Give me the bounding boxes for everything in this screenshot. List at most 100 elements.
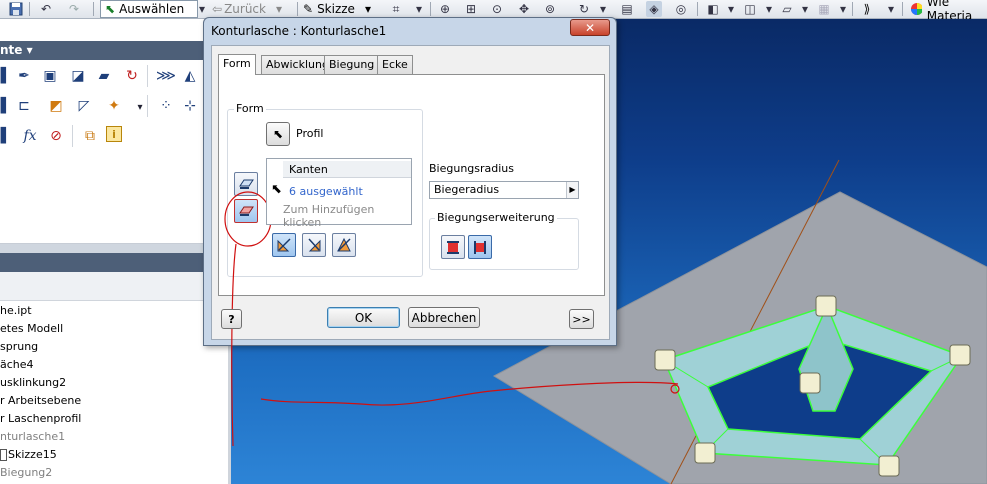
cancel-label: Abbrechen [411, 310, 477, 325]
pan-icon[interactable]: ✥ [516, 1, 532, 17]
mirror-icon[interactable]: ⊹ [180, 96, 200, 116]
edge-glyph[interactable] [799, 372, 821, 394]
flange-direction-left-button[interactable] [272, 233, 296, 257]
visual-style-dropdown-icon[interactable]: ▾ [726, 1, 736, 17]
return-dropdown-icon[interactable]: ▾ [886, 1, 896, 17]
help-button[interactable]: ? [221, 309, 242, 329]
profile-label: Profil [296, 127, 324, 140]
insert-object-icon[interactable]: ⧉ [80, 126, 100, 146]
corner-seam-icon[interactable]: ⊏ [14, 96, 34, 116]
corner-round-icon[interactable]: ◩ [46, 96, 66, 116]
shadow-dropdown-icon[interactable]: ▾ [764, 1, 774, 17]
parameters-icon[interactable]: fx [20, 126, 40, 146]
face-icon[interactable]: ▣ [40, 66, 60, 86]
undo-icon[interactable]: ↶ [38, 1, 54, 17]
fold-icon[interactable]: ◭ [180, 66, 200, 86]
flange-direction-right-button[interactable] [302, 233, 326, 257]
edge-glyph[interactable] [878, 455, 900, 477]
browser-tree-item[interactable]: etes Modell [0, 320, 63, 338]
zoom-icon[interactable]: ⊙ [489, 1, 505, 17]
zoom-all-icon[interactable]: ⊕ [437, 1, 453, 17]
tab-form[interactable]: Form [218, 54, 256, 75]
measure-dropdown-icon[interactable]: ▾ [414, 1, 424, 17]
bend-extension-perpendicular-button[interactable] [468, 235, 492, 259]
ribbon-separator [72, 125, 73, 147]
fx-label: fx [23, 128, 37, 144]
edge-glyph[interactable] [815, 295, 837, 317]
suppress-icon[interactable]: ⊘ [46, 126, 66, 146]
browser-tree-item[interactable]: sprung [0, 338, 38, 356]
hem-icon[interactable]: ⋙ [156, 66, 176, 86]
ribbon-spacer [0, 19, 205, 41]
half-section-dropdown-icon[interactable]: ▾ [838, 1, 848, 17]
steering-wheel-icon[interactable]: ◎ [673, 1, 689, 17]
tab-label: Abwicklung [266, 58, 329, 71]
pen-tool-icon[interactable]: ✒ [14, 66, 34, 86]
material-selector[interactable]: Wie Materia [910, 0, 987, 23]
cut-icon[interactable]: ▌ [0, 126, 16, 146]
ribbon-panel: ▌ ✒ ▣ ◪ ▰ ↻ ⋙ ◭ ▌ ⊏ ◩ ◸ ✦ ▾ ⁘ ⊹ ▌ fx ⊘ ⧉… [0, 60, 205, 244]
corner-chamfer-icon[interactable]: ◸ [74, 96, 94, 116]
select-button[interactable]: ⬉ Auswählen [100, 0, 198, 18]
tab-bend[interactable]: Biegung [324, 55, 380, 75]
flange-both-icon [337, 237, 351, 252]
orbit-dropdown-icon[interactable]: ▾ [598, 1, 608, 17]
ok-button[interactable]: OK [327, 307, 400, 328]
edges-add-hint: Zum Hinzufügen klicken [283, 203, 375, 229]
browser-tree-item[interactable]: r Arbeitsebene [0, 392, 81, 410]
edge-glyph[interactable] [949, 344, 971, 366]
panel-separator [0, 244, 205, 253]
edges-list[interactable]: Kanten ⬉ 6 ausgewählt Zum Hinzufügen kli… [266, 158, 412, 229]
ribbon-panel-header[interactable]: nte ▾ [0, 41, 205, 60]
measure-icon[interactable]: ⌗ [388, 1, 404, 17]
save-icon[interactable] [8, 1, 24, 17]
color-wheel-icon [911, 3, 922, 15]
bend-radius-field[interactable]: Biegeradius ▶ [429, 181, 579, 199]
rolled-flange-icon[interactable]: ↻ [122, 66, 142, 86]
browser-tree-item[interactable]: nturlasche1 [0, 428, 65, 446]
ribbon-separator [147, 95, 148, 117]
edge-glyph[interactable] [654, 349, 676, 371]
close-button[interactable]: ✕ [570, 19, 610, 36]
zoom-window-icon[interactable]: ⊞ [463, 1, 479, 17]
browser-tree-item[interactable]: usklinkung2 [0, 374, 66, 392]
browser-tree-item[interactable]: Skizze15 [0, 446, 57, 464]
sketch-pencil-icon: ✎ [303, 2, 314, 16]
browser-tree-item[interactable]: he.ipt [0, 302, 32, 320]
tab-label: Form [223, 57, 251, 70]
half-section-icon[interactable]: ▦ [816, 1, 832, 17]
cancel-button[interactable]: Abbrechen [408, 307, 480, 328]
shadow-icon[interactable]: ◫ [742, 1, 758, 17]
info-icon[interactable]: i [106, 126, 122, 142]
sketch-icon [0, 449, 7, 461]
orbit-icon[interactable]: ↻ [576, 1, 592, 17]
browser-header [0, 253, 205, 272]
browser-tree-item[interactable]: äche4 [0, 356, 34, 374]
zoom-selected-icon[interactable]: ⊚ [542, 1, 558, 17]
visual-style-icon[interactable]: ◧ [705, 1, 721, 17]
flange-direction-both-button[interactable] [332, 233, 356, 257]
bend-extension-align-button[interactable] [441, 235, 465, 259]
edge-glyph[interactable] [694, 442, 716, 464]
return-icon[interactable]: ⟫ [859, 1, 875, 17]
lofted-flange-icon[interactable]: ▰ [94, 66, 114, 86]
view-cube-icon[interactable]: ◈ [646, 1, 662, 17]
sketch-button[interactable]: ✎ Skizze ▾ [303, 0, 371, 18]
ground-plane-dropdown-icon[interactable]: ▾ [800, 1, 810, 17]
bend-radius-arrow-icon[interactable]: ▶ [566, 182, 578, 198]
browser-tree-item[interactable]: r Laschenprofil [0, 410, 81, 428]
select-dropdown-icon[interactable]: ▾ [196, 1, 208, 17]
punch-tool-icon[interactable]: ✦ [104, 96, 124, 116]
back-button[interactable]: ⇦ Zurück ▾ [212, 0, 282, 18]
more-button[interactable]: >> [569, 309, 594, 329]
edges-header: Kanten [283, 161, 411, 178]
profile-select-button[interactable]: ⬉ [266, 122, 290, 146]
pattern-icon[interactable]: ⁘ [156, 96, 176, 116]
look-at-icon[interactable]: ▤ [619, 1, 635, 17]
contour-flange-icon[interactable]: ◪ [68, 66, 88, 86]
ground-plane-icon[interactable]: ▱ [779, 1, 795, 17]
toolbar-separator [697, 2, 698, 16]
browser-tree-item[interactable]: Biegung2 [0, 464, 52, 482]
redo-icon[interactable]: ↷ [66, 1, 82, 17]
tab-corner[interactable]: Ecke [377, 55, 413, 75]
